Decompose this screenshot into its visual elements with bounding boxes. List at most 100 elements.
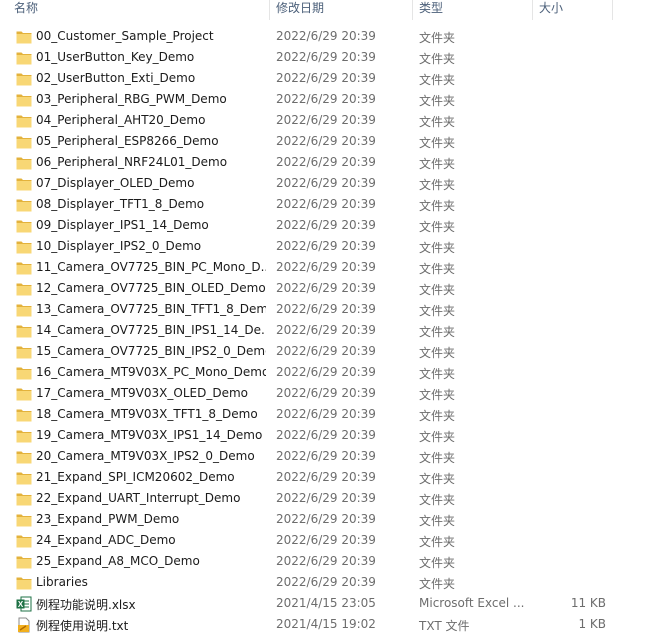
file-name: 16_Camera_MT9V03X_PC_Mono_Demo bbox=[36, 365, 266, 379]
folder-icon bbox=[16, 30, 32, 44]
file-row[interactable]: 15_Camera_OV7725_BIN_IPS2_0_Demo 2022/6/2… bbox=[0, 342, 645, 363]
file-type: 文件夹 bbox=[419, 178, 456, 192]
file-row[interactable]: 14_Camera_OV7725_BIN_IPS1_14_De... 2022/6… bbox=[0, 321, 645, 342]
file-name: 14_Camera_OV7725_BIN_IPS1_14_De... bbox=[36, 323, 266, 337]
file-date: 2022/6/29 20:39 bbox=[276, 470, 376, 484]
file-row[interactable]: 09_Displayer_IPS1_14_Demo 2022/6/29 20:39… bbox=[0, 216, 645, 237]
file-size: 11 KB bbox=[570, 596, 606, 610]
folder-icon bbox=[16, 492, 32, 506]
folder-icon bbox=[16, 303, 32, 317]
file-date: 2022/6/29 20:39 bbox=[276, 260, 376, 274]
file-row[interactable]: 24_Expand_ADC_Demo 2022/6/29 20:39 文件夹 bbox=[0, 531, 645, 552]
file-name: 08_Displayer_TFT1_8_Demo bbox=[36, 197, 205, 211]
file-date: 2022/6/29 20:39 bbox=[276, 554, 376, 568]
folder-icon bbox=[16, 429, 32, 443]
folder-icon bbox=[16, 51, 32, 65]
file-row[interactable]: 04_Peripheral_AHT20_Demo 2022/6/29 20:39 文… bbox=[0, 111, 645, 132]
file-row[interactable]: 22_Expand_UART_Interrupt_Demo 2022/6/29 2… bbox=[0, 489, 645, 510]
file-row[interactable]: 12_Camera_OV7725_BIN_OLED_Demo 2022/6/29 … bbox=[0, 279, 645, 300]
file-name: 06_Peripheral_NRF24L01_Demo bbox=[36, 155, 228, 169]
file-row[interactable]: 11_Camera_OV7725_BIN_PC_Mono_D... 2022/6/… bbox=[0, 258, 645, 279]
file-row[interactable]: 05_Peripheral_ESP8266_Demo 2022/6/29 20:3… bbox=[0, 132, 645, 153]
file-name: 00_Customer_Sample_Project bbox=[36, 29, 214, 43]
file-date: 2022/6/29 20:39 bbox=[276, 176, 376, 190]
file-date: 2022/6/29 20:39 bbox=[276, 449, 376, 463]
folder-icon bbox=[16, 324, 32, 338]
file-name: 13_Camera_OV7725_BIN_TFT1_8_Demo bbox=[36, 302, 266, 316]
file-row[interactable]: 08_Displayer_TFT1_8_Demo 2022/6/29 20:39 文… bbox=[0, 195, 645, 216]
file-row[interactable]: 18_Camera_MT9V03X_TFT1_8_Demo 2022/6/29 2… bbox=[0, 405, 645, 426]
column-header-type[interactable]: 类型 bbox=[413, 0, 533, 20]
folder-icon bbox=[16, 450, 32, 464]
svg-text:X: X bbox=[18, 600, 24, 609]
file-row[interactable]: 06_Peripheral_NRF24L01_Demo 2022/6/29 20:… bbox=[0, 153, 645, 174]
file-date: 2022/6/29 20:39 bbox=[276, 344, 376, 358]
file-date: 2022/6/29 20:39 bbox=[276, 491, 376, 505]
file-type: 文件夹 bbox=[419, 220, 456, 234]
file-row[interactable]: 07_Displayer_OLED_Demo 2022/6/29 20:39 文件夹 bbox=[0, 174, 645, 195]
file-name: 02_UserButton_Exti_Demo bbox=[36, 71, 196, 85]
file-row[interactable]: 10_Displayer_IPS2_0_Demo 2022/6/29 20:39 文… bbox=[0, 237, 645, 258]
file-row[interactable]: 03_Peripheral_RBG_PWM_Demo 2022/6/29 20:3… bbox=[0, 90, 645, 111]
file-type: 文件夹 bbox=[419, 430, 456, 444]
file-row[interactable]: Libraries 2022/6/29 20:39 文件夹 bbox=[0, 573, 645, 594]
file-row[interactable]: 02_UserButton_Exti_Demo 2022/6/29 20:39 文件… bbox=[0, 69, 645, 90]
file-date: 2022/6/29 20:39 bbox=[276, 92, 376, 106]
folder-icon bbox=[16, 345, 32, 359]
file-row[interactable]: 20_Camera_MT9V03X_IPS2_0_Demo 2022/6/29 2… bbox=[0, 447, 645, 468]
file-row[interactable]: 17_Camera_MT9V03X_OLED_Demo 2022/6/29 20:… bbox=[0, 384, 645, 405]
file-date: 2021/4/15 23:05 bbox=[276, 596, 376, 610]
file-name: 04_Peripheral_AHT20_Demo bbox=[36, 113, 206, 127]
file-row[interactable]: 16_Camera_MT9V03X_PC_Mono_Demo 2022/6/29 … bbox=[0, 363, 645, 384]
file-row[interactable]: 19_Camera_MT9V03X_IPS1_14_Demo 2022/6/29 … bbox=[0, 426, 645, 447]
file-type: 文件夹 bbox=[419, 241, 456, 255]
file-type: 文件夹 bbox=[419, 514, 456, 528]
file-type: 文件夹 bbox=[419, 94, 456, 108]
column-header-size[interactable]: 大小 bbox=[533, 0, 613, 20]
file-date: 2022/6/29 20:39 bbox=[276, 386, 376, 400]
file-row[interactable]: 00_Customer_Sample_Project 2022/6/29 20:3… bbox=[0, 27, 645, 48]
file-name: 22_Expand_UART_Interrupt_Demo bbox=[36, 491, 241, 505]
file-type: 文件夹 bbox=[419, 283, 456, 297]
file-date: 2022/6/29 20:39 bbox=[276, 512, 376, 526]
file-date: 2022/6/29 20:39 bbox=[276, 281, 376, 295]
folder-icon bbox=[16, 219, 32, 233]
file-type: 文件夹 bbox=[419, 367, 456, 381]
column-header-date[interactable]: 修改日期 bbox=[270, 0, 413, 20]
file-name: 18_Camera_MT9V03X_TFT1_8_Demo bbox=[36, 407, 258, 421]
file-date: 2022/6/29 20:39 bbox=[276, 428, 376, 442]
file-name: 07_Displayer_OLED_Demo bbox=[36, 176, 195, 190]
file-type: 文件夹 bbox=[419, 136, 456, 150]
file-date: 2022/6/29 20:39 bbox=[276, 71, 376, 85]
file-row[interactable]: 25_Expand_A8_MCO_Demo 2022/6/29 20:39 文件夹 bbox=[0, 552, 645, 573]
file-name: 11_Camera_OV7725_BIN_PC_Mono_D... bbox=[36, 260, 266, 274]
file-row[interactable]: 23_Expand_PWM_Demo 2022/6/29 20:39 文件夹 bbox=[0, 510, 645, 531]
file-name: 25_Expand_A8_MCO_Demo bbox=[36, 554, 200, 568]
folder-icon bbox=[16, 555, 32, 569]
file-date: 2022/6/29 20:39 bbox=[276, 155, 376, 169]
column-header-name[interactable]: 名称 bbox=[0, 0, 270, 20]
folder-icon bbox=[16, 387, 32, 401]
folder-icon bbox=[16, 156, 32, 170]
file-name: 10_Displayer_IPS2_0_Demo bbox=[36, 239, 202, 253]
file-date: 2022/6/29 20:39 bbox=[276, 239, 376, 253]
file-size: 1 KB bbox=[578, 617, 606, 631]
folder-icon bbox=[16, 72, 32, 86]
file-type: Microsoft Excel ... bbox=[419, 596, 525, 610]
file-name: 12_Camera_OV7725_BIN_OLED_Demo bbox=[36, 281, 266, 295]
file-row[interactable]: X 例程功能说明.xlsx 2021/4/15 23:05 Microsoft Exc… bbox=[0, 594, 645, 615]
file-date: 2022/6/29 20:39 bbox=[276, 134, 376, 148]
folder-icon bbox=[16, 177, 32, 191]
file-type: 文件夹 bbox=[419, 346, 456, 360]
folder-icon bbox=[16, 534, 32, 548]
file-row[interactable]: 21_Expand_SPI_ICM20602_Demo 2022/6/29 20:… bbox=[0, 468, 645, 489]
file-type: 文件夹 bbox=[419, 556, 456, 570]
file-row[interactable]: 01_UserButton_Key_Demo 2022/6/29 20:39 文件夹 bbox=[0, 48, 645, 69]
folder-icon bbox=[16, 513, 32, 527]
file-name: 例程功能说明.xlsx bbox=[36, 598, 136, 612]
file-row[interactable]: 13_Camera_OV7725_BIN_TFT1_8_Demo 2022/6/2… bbox=[0, 300, 645, 321]
file-name: 24_Expand_ADC_Demo bbox=[36, 533, 176, 547]
file-name: 03_Peripheral_RBG_PWM_Demo bbox=[36, 92, 227, 106]
folder-icon bbox=[16, 114, 32, 128]
file-name: 17_Camera_MT9V03X_OLED_Demo bbox=[36, 386, 248, 400]
